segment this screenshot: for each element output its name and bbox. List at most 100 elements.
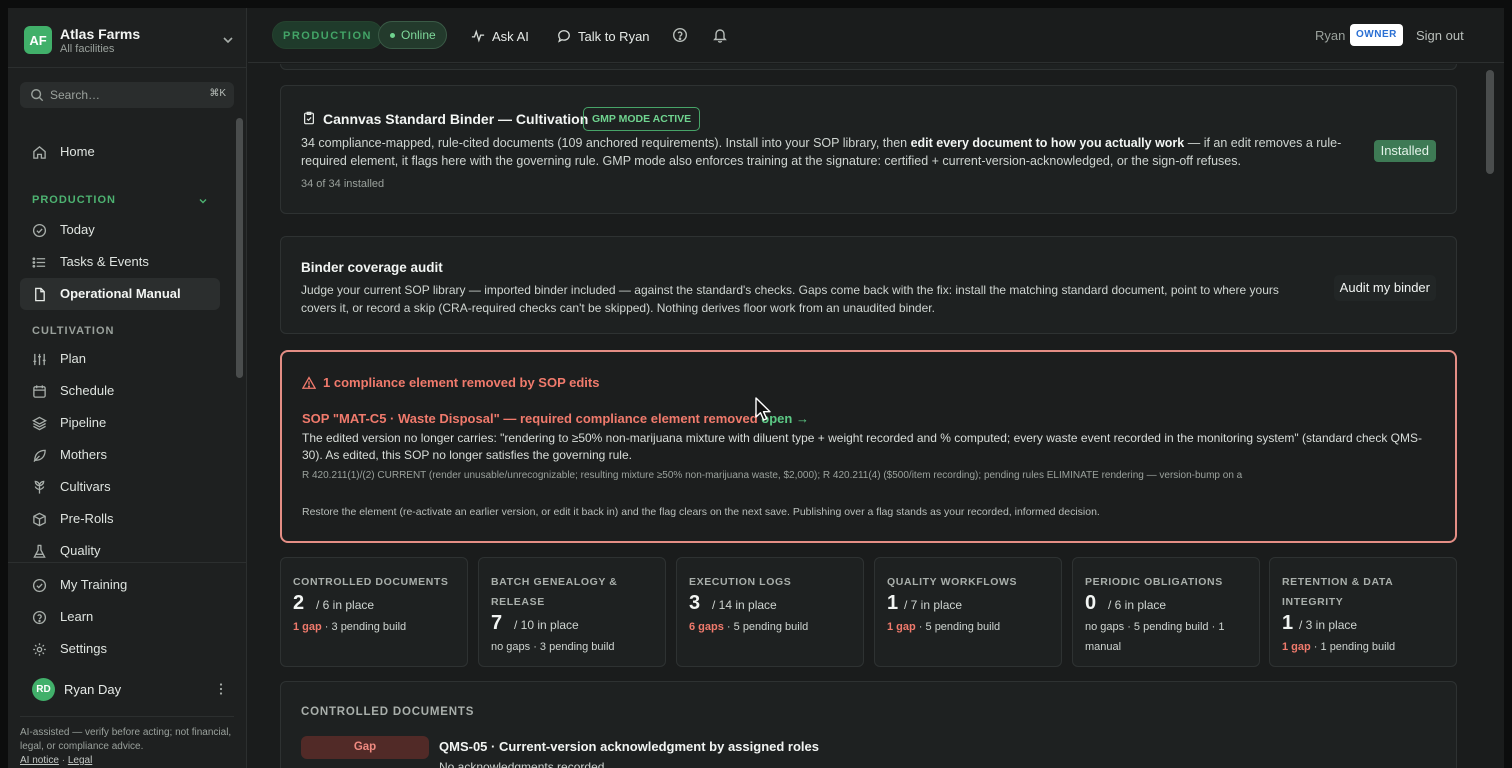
stat-title: RETENTION & DATA INTEGRITY	[1282, 576, 1393, 608]
chat-bubble-icon	[558, 30, 570, 43]
alert-title-text: 1 compliance element removed by SOP edit…	[323, 375, 600, 390]
controlled-documents-list: CONTROLLED DOCUMENTS Gap QMS-05 · Curren…	[280, 681, 1457, 768]
stat-total: / 6 in place	[316, 598, 375, 612]
stat-number: 0	[1085, 592, 1097, 614]
user-name: Ryan Day	[64, 682, 122, 697]
sidebar-item-label: Cultivars	[60, 479, 111, 494]
binder-title: Cannvas Standard Binder — Cultivation	[323, 111, 589, 127]
ai-notice-link[interactable]: AI notice	[20, 755, 59, 766]
sidebar-item-label: Tasks & Events	[60, 254, 149, 269]
audit-description: Judge your current SOP library — importe…	[301, 283, 1279, 315]
environment-pill[interactable]: PRODUCTION	[272, 21, 383, 49]
list-icon	[32, 257, 46, 268]
stat-card-periodic-obligations[interactable]: PERIODIC OBLIGATIONS 0 / 6 in place no g…	[1072, 557, 1260, 667]
sidebar-item-schedule[interactable]: Schedule	[20, 375, 220, 407]
talk-button[interactable]: Talk to Ryan	[557, 26, 650, 46]
sidebar: AF Atlas Farms All facilities ⌘K Home PR…	[8, 8, 247, 768]
stat-title: CONTROLLED DOCUMENTS	[293, 576, 449, 588]
sidebar-item-label: Today	[60, 222, 95, 237]
install-count: 34 of 34 installed	[301, 178, 385, 190]
layers-icon	[32, 416, 47, 431]
sidebar-item-label: Plan	[60, 351, 87, 366]
org-badge: AF	[24, 26, 52, 54]
sliders-icon	[33, 353, 46, 366]
sidebar-item-home[interactable]: Home	[20, 136, 220, 168]
sidebar-item-tasks[interactable]: Tasks & Events	[20, 246, 220, 278]
stat-card-batch-genealogy[interactable]: BATCH GENEALOGY & RELEASE 7 / 10 in plac…	[478, 557, 666, 667]
audit-binder-button[interactable]: Audit my binder	[1333, 275, 1436, 301]
alert-description: The edited version no longer carries: "r…	[302, 431, 1423, 462]
plant-icon	[34, 480, 45, 494]
sidebar-item-pipeline[interactable]: Pipeline	[20, 407, 220, 439]
sidebar-item-label: Mothers	[60, 447, 107, 462]
divider	[8, 562, 247, 563]
sidebar-item-prerolls[interactable]: Pre-Rolls	[20, 503, 220, 535]
activity-icon	[471, 29, 485, 43]
status-dot	[390, 33, 395, 38]
leaf-icon	[33, 449, 46, 463]
avatar: RD	[32, 678, 55, 701]
legal-link[interactable]: Legal	[68, 755, 92, 766]
sop-flag-link[interactable]: SOP "MAT-C5 · Waste Disposal" — required…	[302, 411, 809, 426]
help-circle-icon	[32, 610, 47, 625]
sidebar-item-plan[interactable]: Plan	[20, 343, 220, 375]
search-icon	[31, 89, 44, 102]
help-circle-icon[interactable]	[672, 27, 688, 43]
governing-rule-text: R 420.211(1)/(2) CURRENT (render unusabl…	[302, 470, 1243, 481]
chevron-down-icon	[223, 37, 233, 44]
role-badge: OWNER	[1350, 24, 1403, 46]
coverage-audit-card: Binder coverage audit Judge your current…	[280, 236, 1457, 334]
sidebar-scrollbar[interactable]	[236, 118, 244, 560]
sidebar-item-settings[interactable]: Settings	[20, 633, 220, 665]
disclaimer-text: AI-assisted — verify before acting; not …	[20, 727, 232, 752]
home-icon	[33, 146, 46, 159]
stat-summary: 1 gap · 3 pending build	[293, 621, 407, 633]
sidebar-item-today[interactable]: Today	[20, 214, 220, 246]
stat-card-retention-data-integrity[interactable]: RETENTION & DATA INTEGRITY 1 / 3 in plac…	[1269, 557, 1457, 667]
stat-title: BATCH GENEALOGY & RELEASE	[491, 576, 618, 608]
stat-card-execution-logs[interactable]: EXECUTION LOGS 3 / 14 in place 6 gaps · …	[676, 557, 864, 667]
search-input[interactable]	[50, 86, 200, 104]
sign-out-button[interactable]: Sign out	[1416, 28, 1464, 43]
sidebar-item-cultivars[interactable]: Cultivars	[20, 471, 220, 503]
status-badge[interactable]: Online	[378, 21, 447, 49]
ask-ai-button[interactable]: Ask AI	[471, 26, 529, 46]
installed-badge: Installed	[1373, 140, 1436, 162]
stat-summary: 6 gaps · 5 pending build	[689, 621, 809, 633]
list-item-title[interactable]: QMS-05 · Current-version acknowledgment …	[439, 739, 819, 754]
org-switcher[interactable]: AF Atlas Farms All facilities	[24, 24, 236, 56]
bell-icon[interactable]	[712, 27, 728, 43]
chevron-down-icon[interactable]	[198, 196, 208, 206]
sidebar-item-quality[interactable]: Quality	[20, 535, 220, 560]
section-production[interactable]: PRODUCTION	[32, 194, 116, 206]
sidebar-item-label: Home	[60, 144, 95, 159]
scrollbar-thumb[interactable]	[236, 118, 243, 378]
topbar-user-name: Ryan	[1315, 28, 1346, 43]
user-menu[interactable]: RD Ryan Day	[20, 676, 234, 704]
sidebar-item-label: Settings	[60, 641, 107, 656]
calendar-icon	[33, 385, 46, 398]
org-subtitle: All facilities	[60, 43, 115, 55]
org-name: Atlas Farms	[60, 26, 141, 42]
list-heading: CONTROLLED DOCUMENTS	[301, 706, 475, 718]
sidebar-item-mothers[interactable]: Mothers	[20, 439, 220, 471]
main-scrollbar[interactable]	[1485, 56, 1496, 760]
sidebar-item-operational-manual[interactable]: Operational Manual	[20, 278, 220, 310]
sidebar-item-my-training[interactable]: My Training	[20, 569, 220, 601]
more-vertical-icon[interactable]	[214, 682, 228, 696]
topbar: PRODUCTION Online Ask AI Talk to Ryan Ry…	[248, 8, 1504, 63]
previous-card	[280, 64, 1457, 70]
sop-flag-label: SOP "MAT-C5 · Waste Disposal" — required…	[302, 411, 758, 426]
search-box[interactable]: ⌘K	[20, 82, 234, 108]
sidebar-item-label: My Training	[60, 577, 128, 592]
sidebar-item-label: Quality	[60, 543, 101, 558]
stat-title: EXECUTION LOGS	[689, 576, 792, 588]
sidebar-item-learn[interactable]: Learn	[20, 601, 220, 633]
warning-triangle-icon	[302, 375, 316, 389]
stat-total: / 14 in place	[712, 598, 777, 612]
compliance-alert-card: 1 compliance element removed by SOP edit…	[280, 350, 1457, 543]
stat-card-quality-workflows[interactable]: QUALITY WORKFLOWS 1 / 7 in place 1 gap ·…	[874, 557, 1062, 667]
alert-note: Restore the element (re-activate an earl…	[302, 506, 1100, 518]
stat-card-controlled-documents[interactable]: CONTROLLED DOCUMENTS 2 / 6 in place 1 ga…	[280, 557, 468, 667]
scrollbar-thumb[interactable]	[1486, 70, 1494, 174]
